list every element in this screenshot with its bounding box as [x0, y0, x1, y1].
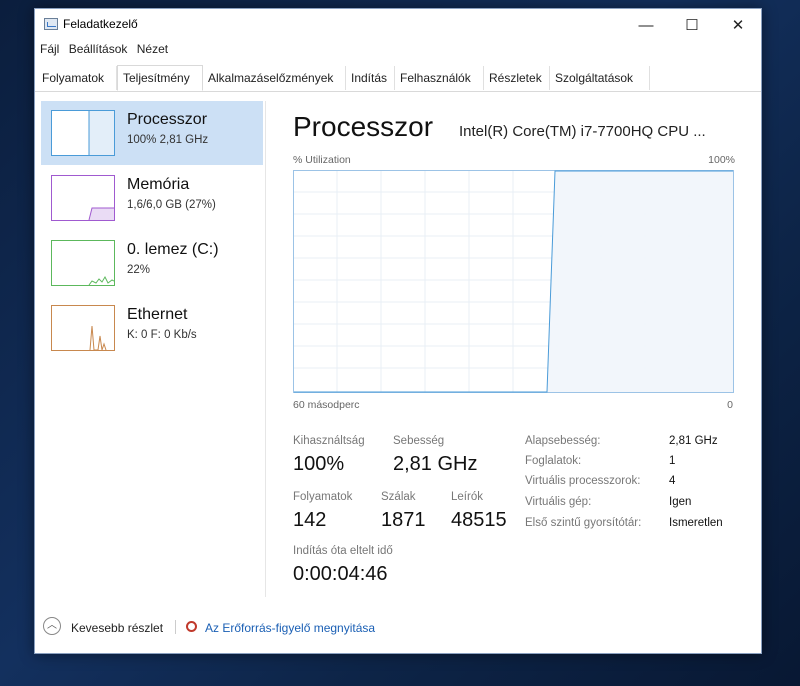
cpu-utilization-graph	[293, 170, 734, 393]
sidebar-item-sub: K: 0 F: 0 Kb/s	[127, 329, 197, 341]
tab-performance[interactable]: Teljesítmény	[117, 65, 203, 91]
threads-label: Szálak	[381, 491, 416, 503]
menu-file[interactable]: Fájl	[40, 42, 59, 56]
speed-label: Sebesség	[393, 435, 445, 447]
task-manager-window: Feladatkezelő — ☐ ✕ Fájl Beállítások Néz…	[34, 8, 762, 654]
resource-monitor-icon	[186, 621, 197, 632]
open-resource-monitor-link[interactable]: Az Erőforrás-figyelő megnyitása	[205, 621, 375, 635]
sockets-value: 1	[669, 455, 676, 467]
tab-details[interactable]: Részletek	[484, 66, 550, 90]
virtual-machine-value: Igen	[669, 496, 692, 508]
sidebar-item-sub: 1,6/6,0 GB (27%)	[127, 199, 216, 211]
menu-view[interactable]: Nézet	[137, 42, 168, 56]
sidebar-item-label: Ethernet	[127, 306, 188, 323]
title-bar[interactable]: Feladatkezelő — ☐ ✕	[35, 9, 761, 41]
time-axis-right-label: 0	[727, 399, 733, 411]
tab-startup[interactable]: Indítás	[346, 66, 395, 90]
minimize-button[interactable]: —	[623, 9, 669, 41]
window-title: Feladatkezelő	[63, 17, 138, 31]
utilization-value: 100%	[293, 453, 345, 475]
tab-bar: Folyamatok Teljesítmény Alkalmazáselőzmé…	[35, 65, 761, 92]
l1-cache-key: Első szintű gyorsítótár:	[525, 517, 642, 529]
l1-cache-value: Ismeretlen	[669, 517, 723, 529]
disk-mini-graph	[51, 240, 115, 286]
virtual-machine-key: Virtuális gép:	[525, 496, 592, 508]
tab-processes[interactable]: Folyamatok	[37, 66, 117, 90]
base-speed-key: Alapsebesség:	[525, 435, 601, 447]
memory-mini-graph	[51, 175, 115, 221]
footer-separator	[175, 620, 176, 634]
footer-bar: ︿ Kevesebb részlet Az Erőforrás-figyelő …	[35, 609, 761, 649]
virtual-processors-value: 4	[669, 475, 676, 487]
utilization-label: Kihasználtság	[293, 435, 365, 447]
handles-label: Leírók	[451, 491, 483, 503]
maximize-button[interactable]: ☐	[669, 9, 715, 41]
processes-label: Folyamatok	[293, 491, 353, 503]
uptime-value: 0:00:04:46	[293, 563, 388, 585]
threads-value: 1871	[381, 509, 426, 531]
tab-services[interactable]: Szolgáltatások	[550, 66, 650, 90]
page-title: Processzor	[293, 111, 434, 142]
time-axis-left-label: 60 másodperc	[293, 399, 360, 411]
uptime-label: Indítás óta eltelt idő	[293, 545, 393, 557]
sockets-key: Foglalatok:	[525, 455, 582, 467]
sidebar-item-label: 0. lemez (C:)	[127, 241, 219, 258]
sidebar-item-sub: 22%	[127, 264, 151, 276]
sidebar-item-sub: 100% 2,81 GHz	[127, 134, 209, 146]
chevron-up-icon[interactable]: ︿	[43, 617, 61, 635]
close-button[interactable]: ✕	[715, 9, 761, 41]
cpu-model-name: Intel(R) Core(TM) i7-7700HQ CPU ...	[459, 123, 706, 140]
base-speed-value: 2,81 GHz	[669, 435, 718, 447]
virtual-processors-key: Virtuális processzorok:	[525, 475, 641, 487]
sidebar-item-label: Memória	[127, 176, 190, 193]
task-manager-icon	[44, 18, 58, 30]
sidebar-item-cpu[interactable]: Processzor 100% 2,81 GHz	[41, 101, 263, 165]
menu-bar: Fájl Beállítások Nézet	[35, 42, 169, 60]
speed-value: 2,81 GHz	[393, 453, 478, 475]
ethernet-mini-graph	[51, 305, 115, 351]
sidebar-item-disk[interactable]: 0. lemez (C:) 22%	[41, 231, 263, 295]
tab-users[interactable]: Felhasználók	[395, 66, 484, 90]
menu-options[interactable]: Beállítások	[69, 42, 128, 56]
fewer-details-button[interactable]: Kevesebb részlet	[71, 621, 163, 635]
sidebar-item-ethernet[interactable]: Ethernet K: 0 F: 0 Kb/s	[41, 296, 263, 360]
processes-value: 142	[293, 509, 327, 531]
sidebar-item-memory[interactable]: Memória 1,6/6,0 GB (27%)	[41, 166, 263, 230]
resource-sidebar: Processzor 100% 2,81 GHz Memória 1,6/6,0…	[41, 101, 263, 591]
cpu-mini-graph	[51, 110, 115, 156]
utilization-max-label: 100%	[708, 154, 735, 166]
utilization-axis-label: % Utilization	[293, 154, 351, 166]
tab-app-history[interactable]: Alkalmazáselőzmények	[203, 66, 346, 90]
panel-divider	[265, 101, 266, 597]
handles-value: 48515	[451, 509, 507, 531]
sidebar-item-label: Processzor	[127, 111, 208, 128]
